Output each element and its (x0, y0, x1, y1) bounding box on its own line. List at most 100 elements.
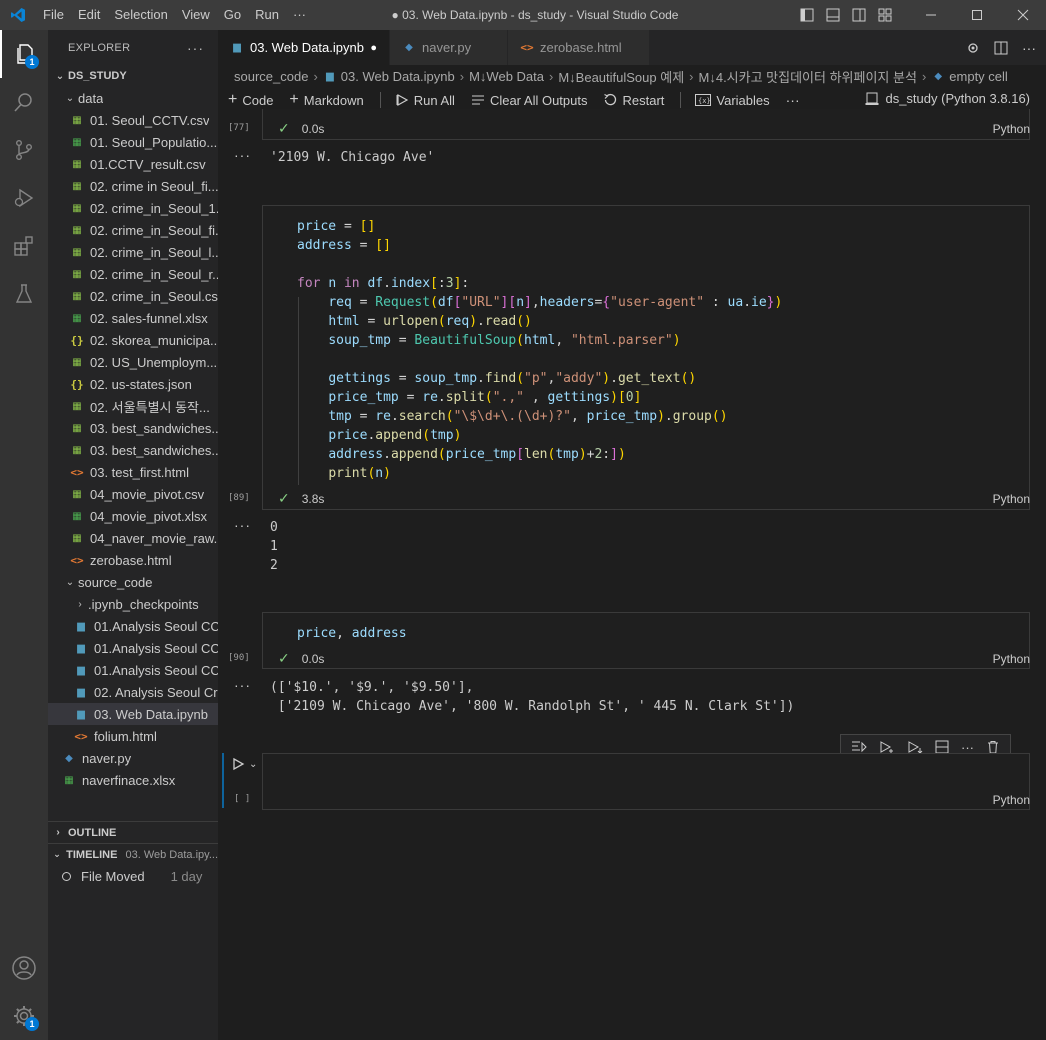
menu-more[interactable]: ··· (286, 0, 313, 30)
tree-file[interactable]: ▦ 02. crime_in_Seoul_1... (48, 197, 218, 219)
tree-folder-data[interactable]: ⌄ data (48, 87, 218, 109)
tree-file[interactable]: ▦ 02. US_Unemploym... (48, 351, 218, 373)
menu-go[interactable]: Go (217, 0, 248, 30)
tree-file[interactable]: ▆ 02. Analysis Seoul Cr... (48, 681, 218, 703)
tree-file[interactable]: ▦ 04_naver_movie_raw... (48, 527, 218, 549)
tree-file[interactable]: ▦ 03. best_sandwiches... (48, 439, 218, 461)
cell-language[interactable]: Python (993, 122, 1030, 136)
menu-selection[interactable]: Selection (107, 0, 174, 30)
tree-file[interactable]: ▦ 03. best_sandwiches... (48, 417, 218, 439)
dirty-indicator[interactable]: ● (370, 42, 377, 54)
add-code-label: Code (242, 92, 274, 108)
breadcrumb-item[interactable]: 03. Web Data.ipynb (341, 69, 455, 84)
run-above-icon[interactable] (851, 740, 867, 754)
kernel-picker[interactable]: ds_study (Python 3.8.16) (865, 91, 1030, 106)
tab-zerobase-html[interactable]: <> zerobase.html (508, 30, 650, 65)
tree-file[interactable]: ▦ 01.CCTV_result.csv (48, 153, 218, 175)
tree-file[interactable]: ▆ 01.Analysis Seoul CC... (48, 615, 218, 637)
restart-button[interactable]: Restart (603, 93, 664, 108)
source-control-icon[interactable] (0, 126, 48, 174)
tree-file[interactable]: <> zerobase.html (48, 549, 218, 571)
menu-edit[interactable]: Edit (71, 0, 107, 30)
minimize-icon[interactable] (908, 0, 954, 30)
split-editor-icon[interactable] (994, 41, 1008, 55)
toolbar-more-button[interactable]: ··· (786, 92, 800, 108)
tree-file[interactable]: ▦ 02. sales-funnel.xlsx (48, 307, 218, 329)
split-cell-icon[interactable] (935, 740, 949, 754)
tree-root-ds-study[interactable]: ⌄ DS_STUDY (48, 65, 218, 87)
gear-icon[interactable] (966, 41, 980, 55)
clear-outputs-button[interactable]: Clear All Outputs (471, 92, 588, 108)
code-cell-77[interactable] (262, 109, 1030, 140)
menu-view[interactable]: View (175, 0, 217, 30)
tree-file[interactable]: ▦ 02. crime_in_Seoul_r... (48, 263, 218, 285)
tree-file[interactable]: <> folium.html (48, 725, 218, 747)
cell-language[interactable]: Python (993, 492, 1030, 506)
cell-code[interactable]: price = [] address = [] for n in df.inde… (297, 217, 782, 483)
tab-naver-py[interactable]: ◆ naver.py (390, 30, 508, 65)
tree-file[interactable]: ▦ 01. Seoul_Populatio... (48, 131, 218, 153)
toggle-secondary-sidebar-icon[interactable] (846, 0, 872, 30)
variables-button[interactable]: {x} Variables (695, 93, 770, 108)
customize-layout-icon[interactable] (872, 0, 898, 30)
account-icon[interactable] (0, 944, 48, 992)
cell-language[interactable]: Python (993, 793, 1030, 807)
tree-file[interactable]: ▦ 02. crime in Seoul_fi... (48, 175, 218, 197)
delete-cell-icon[interactable] (986, 740, 1000, 754)
breadcrumb-item[interactable]: M↓4.시카고 맛집데이터 하위페이지 분석 (699, 67, 917, 86)
tree-file[interactable]: ◆ naver.py (48, 747, 218, 769)
clear-outputs-label: Clear All Outputs (489, 92, 588, 108)
tree-file[interactable]: ▦ 02. crime_in_Seoul.csv (48, 285, 218, 307)
breadcrumb-item[interactable]: M↓Web Data (469, 69, 544, 84)
explorer-more-icon[interactable]: ··· (187, 40, 204, 56)
cell-language[interactable]: Python (993, 652, 1030, 666)
add-markdown-button[interactable]: + Markdown (289, 91, 363, 109)
extensions-icon[interactable] (0, 222, 48, 270)
toggle-sidebar-icon[interactable] (794, 0, 820, 30)
run-cell-button[interactable]: ⌄ (231, 757, 257, 771)
tree-file[interactable]: ▆ 01.Analysis Seoul CC... (48, 659, 218, 681)
run-below-icon[interactable] (879, 740, 895, 754)
tree-folder-checkpoints[interactable]: › .ipynb_checkpoints (48, 593, 218, 615)
run-debug-icon[interactable] (0, 174, 48, 222)
tree-file[interactable]: ▦ 02. crime_in_Seoul_l... (48, 241, 218, 263)
menu-file[interactable]: File (36, 0, 71, 30)
empty-code-cell[interactable] (262, 753, 1030, 810)
tree-file[interactable]: ▦ 01. Seoul_CCTV.csv (48, 109, 218, 131)
tree-file[interactable]: {} 02. skorea_municipa... (48, 329, 218, 351)
tree-file[interactable]: ▦ 04_movie_pivot.csv (48, 483, 218, 505)
cell-code[interactable]: price, address (297, 624, 407, 643)
tree-file[interactable]: ▆ 01.Analysis Seoul CC... (48, 637, 218, 659)
breadcrumb-item[interactable]: M↓BeautifulSoup 예제 (558, 67, 684, 86)
more-actions-icon[interactable]: ··· (1022, 40, 1036, 56)
add-code-button[interactable]: + Code (228, 91, 273, 109)
outline-section[interactable]: › OUTLINE (48, 821, 218, 843)
explorer-icon[interactable]: 1 (0, 30, 48, 78)
execute-below-icon[interactable] (907, 740, 923, 754)
menu-run[interactable]: Run (248, 0, 286, 30)
output-more-icon[interactable]: ··· (234, 517, 251, 533)
search-icon[interactable] (0, 78, 48, 126)
run-all-button[interactable]: Run All (395, 93, 455, 108)
tab-web-data-ipynb[interactable]: ▆ 03. Web Data.ipynb ● (218, 30, 390, 65)
tree-file[interactable]: ▆ 03. Web Data.ipynb (48, 703, 218, 725)
close-icon[interactable] (1000, 0, 1046, 30)
tree-file[interactable]: {} 02. us-states.json (48, 373, 218, 395)
breadcrumb-item[interactable]: empty cell (949, 69, 1008, 84)
toggle-panel-icon[interactable] (820, 0, 846, 30)
tree-file[interactable]: <> 03. test_first.html (48, 461, 218, 483)
output-more-icon[interactable]: ··· (234, 147, 251, 163)
tree-file[interactable]: ▦ naverfinace.xlsx (48, 769, 218, 791)
tree-folder-source-code[interactable]: ⌄ source_code (48, 571, 218, 593)
tree-file[interactable]: ▦ 02. 서울특별시 동작... (48, 395, 218, 417)
tree-file[interactable]: ▦ 02. crime_in_Seoul_fi... (48, 219, 218, 241)
settings-gear-icon[interactable]: 1 (0, 992, 48, 1040)
timeline-section[interactable]: ⌄ TIMELINE 03. Web Data.ipy... (48, 843, 218, 865)
breadcrumb-item[interactable]: source_code (234, 69, 308, 84)
output-more-icon[interactable]: ··· (234, 677, 251, 693)
timeline-item[interactable]: File Moved 1 day (48, 865, 218, 887)
tree-file[interactable]: ▦ 04_movie_pivot.xlsx (48, 505, 218, 527)
testing-icon[interactable] (0, 270, 48, 318)
chevron-down-icon[interactable]: ⌄ (249, 759, 257, 770)
maximize-icon[interactable] (954, 0, 1000, 30)
